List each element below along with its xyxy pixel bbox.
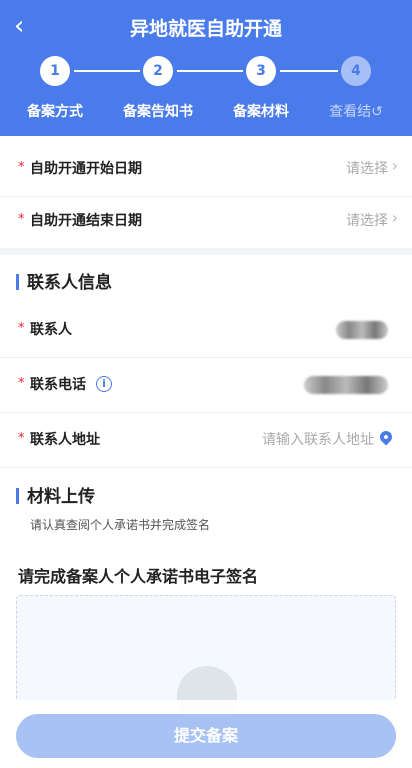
- step-3-circle: 3: [246, 56, 276, 86]
- contact-name-label: 联系人: [30, 322, 72, 338]
- contact-phone-label: 联系电话: [30, 377, 86, 393]
- step-1-label: 备案方式: [27, 104, 83, 120]
- contact-section-label: 联系人信息: [27, 273, 112, 293]
- contact-address-input[interactable]: 请输入联系人地址: [262, 429, 374, 449]
- step-labels: 备案方式 备案告知书 备案材料 查看结↺: [0, 101, 412, 123]
- contact-section-title: 联系人信息: [16, 268, 112, 293]
- date-card: * 自助开通开始日期 请选择 › * 自助开通结束日期 请选择 ›: [0, 136, 412, 248]
- info-icon[interactable]: i: [96, 376, 112, 392]
- contact-address-label: 联系人地址: [30, 432, 100, 448]
- chevron-right-icon: ›: [391, 208, 398, 227]
- submit-button[interactable]: 提交备案: [16, 714, 396, 758]
- step-connector: [280, 70, 338, 72]
- upload-hint: 请认真查阅个人承诺书并完成签名: [30, 518, 211, 532]
- redacted-phone[interactable]: [304, 376, 388, 394]
- end-date-row[interactable]: * 自助开通结束日期 请选择 ›: [0, 194, 412, 249]
- end-date-label: 自助开通结束日期: [30, 213, 142, 229]
- location-pin-icon[interactable]: [377, 428, 395, 446]
- contact-address-row[interactable]: * 联系人地址 请输入联系人地址: [0, 413, 412, 468]
- start-date-value[interactable]: 请选择: [346, 158, 388, 178]
- step-3-label: 备案材料: [233, 104, 289, 120]
- contact-name-row[interactable]: * 联系人: [0, 303, 412, 358]
- step-4-label: 查看结↺: [329, 104, 383, 120]
- start-date-label: 自助开通开始日期: [30, 161, 142, 177]
- step-1-circle: 1: [40, 56, 70, 86]
- chevron-right-icon: ›: [391, 156, 398, 175]
- step-2-circle: 2: [143, 56, 173, 86]
- start-date-row[interactable]: * 自助开通开始日期 请选择 ›: [0, 142, 412, 197]
- end-date-value[interactable]: 请选择: [346, 210, 388, 230]
- upload-section-title: 材料上传: [16, 482, 95, 507]
- step-2-label: 备案告知书: [123, 104, 193, 120]
- redacted-name[interactable]: [336, 321, 388, 339]
- step-connector: [177, 70, 243, 72]
- required-mark: *: [18, 321, 25, 336]
- upload-section-label: 材料上传: [27, 487, 95, 507]
- page-title: 异地就医自助开通: [129, 18, 282, 40]
- step-connector: [74, 70, 140, 72]
- required-mark: *: [18, 376, 25, 391]
- header: ‹ 异地就医自助开通 1 2 3 4 备案方式 备案告知书 备案材料 查看结↺: [0, 0, 412, 140]
- section-accent-bar: [16, 274, 19, 290]
- signature-title: 请完成备案人个人承诺书电子签名: [18, 567, 259, 586]
- progress-steps: 1 2 3 4: [0, 56, 412, 86]
- required-mark: *: [18, 160, 25, 175]
- section-accent-bar: [16, 488, 19, 504]
- contact-phone-row[interactable]: * 联系电话 i: [0, 358, 412, 413]
- step-4-circle: 4: [341, 56, 371, 86]
- footer-bar: 提交备案: [0, 700, 412, 768]
- required-mark: *: [18, 212, 25, 227]
- required-mark: *: [18, 431, 25, 446]
